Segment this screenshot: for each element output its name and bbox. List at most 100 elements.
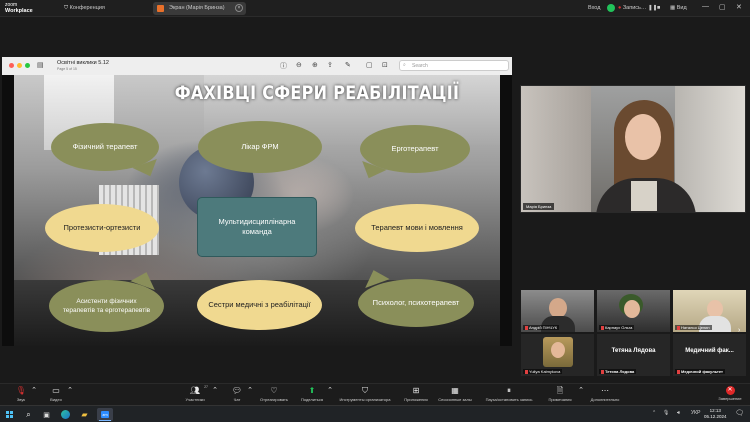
windows-taskbar: ⌕ ▣ ▰ zm ⌃ 🎙︎ 🔊︎ УКР 12:13 05.12.2024 🗨︎ [0, 405, 750, 422]
audio-options-caret[interactable]: ⌃ [30, 386, 38, 397]
window-close-button[interactable]: ✕ [736, 3, 742, 11]
end-meeting-button[interactable]: ✕ Завершение [714, 386, 746, 401]
active-app-indicator [99, 420, 111, 421]
minimize-button[interactable]: — [702, 3, 709, 10]
pause-record-icon[interactable]: ❚❚ [648, 5, 657, 11]
screen-share-icon [157, 5, 164, 12]
record-dot-icon: ● [618, 5, 622, 11]
tray-chevron-icon[interactable]: ⌃ [652, 410, 656, 416]
video-options-caret[interactable]: ⌃ [66, 386, 74, 397]
slide-title: ФАХІВЦІ СФЕРИ РЕАБІЛІТАЦІЇ [174, 81, 460, 104]
notes-button[interactable]: 🗎︎ Примечания [544, 386, 576, 402]
chevron-up-icon: ⌃ [67, 387, 73, 394]
mic-muted-icon [525, 370, 528, 374]
heart-icon: ♡ [270, 386, 278, 395]
volume-icon[interactable]: 🔊︎ [677, 410, 680, 416]
close-icon: ✕ [725, 386, 735, 395]
bubble-psychologist: Психолог, психотерапевт [358, 279, 474, 327]
share-screen-tab[interactable]: Экран (Марія Бринза) × [153, 2, 246, 15]
chat-icon: 💬︎ [231, 386, 243, 395]
crop-icon[interactable]: ⊡ [382, 61, 388, 69]
share-screen-icon: ⬆ [308, 386, 316, 395]
zoom-title-bar: zoom Workplace ⛉ Конференция Экран (Марі… [0, 0, 750, 17]
markup-pen-icon[interactable]: ✎ [345, 61, 351, 69]
info-icon[interactable]: ⓘ [280, 61, 287, 71]
mic-muted-icon: 🎙︎ [15, 386, 27, 395]
security-shield-icon[interactable] [607, 4, 615, 12]
mic-icon[interactable]: 🎙︎ [663, 410, 669, 416]
search-input[interactable]: ⌕ Search [399, 60, 509, 71]
participant-tile[interactable]: Тетяна Лядова Тетяна Лядова [597, 334, 670, 376]
stop-record-icon[interactable]: ■ [657, 5, 660, 11]
shield-icon: ⛉ [362, 386, 368, 395]
breakout-rooms-icon: ▦ [451, 386, 459, 395]
chevron-up-icon: ⌃ [327, 387, 333, 394]
react-button[interactable]: ♡ Отреагировать [257, 386, 291, 402]
participant-tile[interactable]: Медичний фак... Медичний факультет [673, 334, 746, 376]
host-tools-button[interactable]: ⛉ Инструменты организатора [337, 386, 393, 402]
minimize-dot-icon[interactable] [17, 63, 22, 68]
rotate-icon[interactable]: ▢ [366, 61, 373, 69]
mic-muted-icon [525, 326, 528, 330]
chat-button[interactable]: 💬︎ Чат [229, 386, 245, 402]
meeting-controls-toolbar: 🎙︎ Звук ⌃ ▭ Видео ⌃ 👥︎ 27 Участники ⌃ 💬︎… [0, 383, 750, 405]
close-icon[interactable]: × [235, 4, 243, 12]
share-icon[interactable]: ⇪ [327, 61, 333, 69]
grid-icon: ▦ [670, 5, 676, 11]
bubble-speech-therapist: Терапевт мови і мовлення [355, 204, 479, 252]
breakout-rooms-button[interactable]: ▦ Сессионные залы [435, 386, 475, 402]
participant-tile[interactable]: Yuliya Kalmykova [521, 334, 594, 376]
active-speaker-video[interactable]: Марія Бринза [520, 85, 746, 213]
mic-muted-icon [677, 370, 680, 374]
search-icon: ⌕ [403, 62, 406, 68]
zoom-out-icon[interactable]: ⊖ [296, 61, 302, 69]
close-dot-icon[interactable] [9, 63, 14, 68]
share-options-caret[interactable]: ⌃ [326, 386, 334, 397]
participants-options-caret[interactable]: ⌃ [211, 386, 219, 397]
chevron-up-icon: ⌃ [578, 387, 584, 394]
chat-options-caret[interactable]: ⌃ [246, 386, 254, 397]
more-button[interactable]: ⋯ Дополнительно [588, 386, 622, 402]
apps-button[interactable]: ⊞ Приложения [400, 386, 432, 402]
bubble-assistants: Асистенти фізичних терапевтів та ерготер… [49, 280, 164, 332]
participant-tile[interactable]: Наталья Целин [673, 290, 746, 332]
thumbnails-next-arrow[interactable]: › [738, 327, 740, 334]
mic-muted-icon [677, 326, 680, 330]
system-clock[interactable]: 12:13 05.12.2024 [704, 408, 727, 420]
maximize-button[interactable]: ▢ [719, 3, 726, 11]
share-button[interactable]: ⬆ Поделиться [298, 386, 326, 402]
task-view-icon[interactable]: ▣ [40, 408, 53, 421]
audio-button[interactable]: 🎙︎ Звук [12, 386, 30, 402]
more-icon: ⋯ [601, 386, 609, 395]
windows-start-icon[interactable] [3, 408, 16, 421]
zoom-dot-icon[interactable] [25, 63, 30, 68]
conference-tab[interactable]: ⛉ Конференция [64, 5, 105, 12]
search-icon[interactable]: ⌕ [22, 408, 35, 421]
notifications-icon[interactable]: 🗨︎ [735, 409, 744, 417]
file-explorer-icon[interactable]: ▰ [78, 408, 91, 421]
participants-button[interactable]: 👥︎ 27 Участники [182, 385, 208, 402]
shield-icon: ⛉ [64, 5, 69, 11]
participant-tile[interactable]: Андрій ПІНЧУК [521, 290, 594, 332]
login-button[interactable]: Вход [588, 5, 600, 11]
notes-options-caret[interactable]: ⌃ [577, 386, 585, 397]
presentation-slide: ФАХІВЦІ СФЕРИ РЕАБІЛІТАЦІЇ Фізичний тера… [14, 75, 500, 346]
edge-browser-icon[interactable] [59, 408, 72, 421]
video-button[interactable]: ▭ Видео [47, 386, 65, 402]
pause-record-icon: ⏸︎ [507, 386, 511, 395]
notes-icon: 🗎︎ [556, 386, 564, 395]
apps-icon: ⊞ [412, 386, 420, 395]
document-title: Освітні виклики 5.12 [57, 60, 109, 66]
language-indicator[interactable]: УКР [691, 410, 700, 416]
view-menu[interactable]: ▦ Вид [670, 5, 687, 11]
speaker-name-label: Марія Бринза [523, 203, 555, 210]
participant-tile[interactable]: Карнаух Ольга [597, 290, 670, 332]
record-control-button[interactable]: ⏸︎ Пауза/остановить запись [479, 386, 539, 402]
zoom-in-icon[interactable]: ⊕ [312, 61, 318, 69]
sidebar-toggle-icon[interactable]: ▤ [37, 61, 44, 69]
chevron-up-icon: ⌃ [31, 387, 37, 394]
mic-muted-icon [601, 326, 604, 330]
recording-indicator[interactable]: ● Запись… [618, 5, 646, 11]
document-viewer-toolbar: ▤ Освітні виклики 5.12 Page 5 of 15 ⓘ ⊖ … [2, 57, 512, 75]
mic-muted-icon [601, 370, 604, 374]
